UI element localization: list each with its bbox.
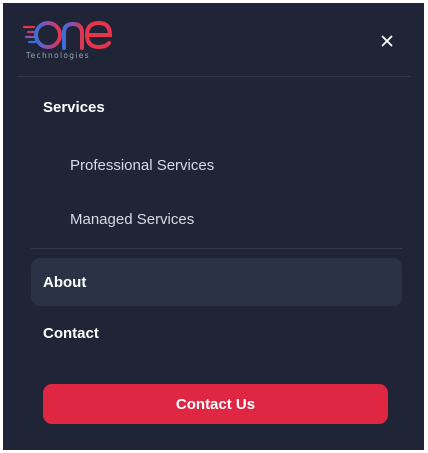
nav-item-professional-services[interactable]: Professional Services <box>70 157 214 174</box>
menu-header: Technologies <box>3 3 424 76</box>
close-icon <box>381 35 393 47</box>
logo-subtitle: Technologies <box>26 51 90 60</box>
nav-item-managed-services[interactable]: Managed Services <box>70 211 194 228</box>
contact-us-button[interactable]: Contact Us <box>43 384 388 424</box>
one-logo-mark <box>22 20 113 50</box>
mobile-menu-panel: Technologies Services Professional Servi… <box>3 3 424 450</box>
nav-item-about[interactable]: About <box>31 258 402 306</box>
nav-item-about-label: About <box>43 274 87 291</box>
section-divider <box>31 248 402 249</box>
close-button[interactable] <box>375 29 399 53</box>
nav-item-contact[interactable]: Contact <box>43 325 99 342</box>
company-logo[interactable]: Technologies <box>20 17 140 65</box>
nav-item-services[interactable]: Services <box>43 99 105 116</box>
header-divider <box>17 76 410 77</box>
